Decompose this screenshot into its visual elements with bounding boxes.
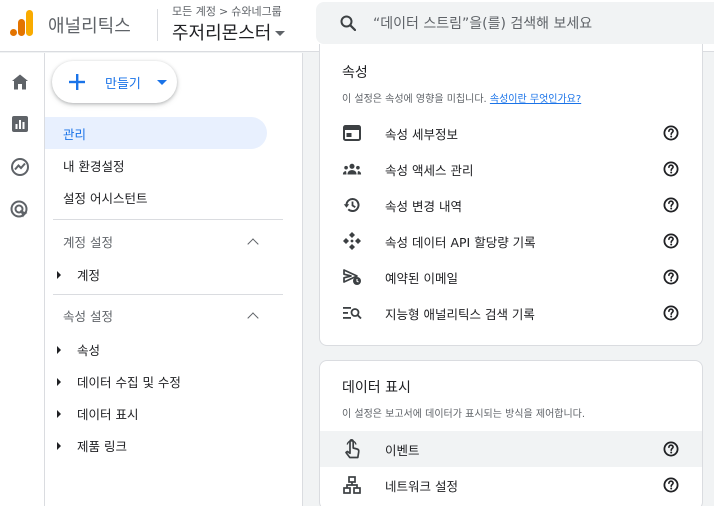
help-icon[interactable] — [663, 477, 679, 493]
breadcrumb[interactable]: 모든 계정 > 슈와네그룹 — [172, 3, 282, 19]
create-button-label: 만들기 — [105, 77, 141, 92]
chevron-up-icon — [247, 237, 259, 250]
help-icon[interactable] — [663, 233, 679, 249]
settings-row-events[interactable]: 이벤트 — [320, 431, 702, 467]
expand-arrow-icon — [57, 345, 61, 354]
expand-arrow-icon — [57, 441, 61, 450]
nav-item-label: 데이터 수집 및 수정 — [77, 375, 181, 390]
admin-nav-panel: 만들기 관리 내 환경설정 설정 어시스턴트 계정 설정 계정 속성 설정 속성… — [45, 53, 303, 506]
nav-item-data-collection[interactable]: 데이터 수집 및 수정 — [57, 372, 181, 391]
scheduled-email-icon — [342, 267, 362, 287]
settings-row-scheduled-emails[interactable]: 예약된 이메일 — [320, 259, 702, 295]
settings-row-access-management[interactable]: 속성 액세스 관리 — [320, 151, 702, 187]
card-description: 이 설정은 보고서에 데이터가 표시되는 방식을 제어합니다. — [342, 409, 586, 420]
caret-down-icon — [275, 30, 286, 36]
card-title: 데이터 표시 — [342, 380, 411, 396]
account-settings-header[interactable]: 계정 설정 — [63, 232, 259, 251]
history-icon — [342, 195, 362, 215]
help-icon[interactable] — [663, 305, 679, 321]
property-settings-title: 속성 설정 — [63, 309, 113, 324]
search-placeholder: “데이터 스트림”을(를) 검색해 보세요 — [373, 16, 593, 32]
settings-row-network[interactable]: 네트워크 설정 — [320, 467, 702, 503]
nav-divider — [53, 219, 283, 220]
breadcrumb-parent[interactable]: 모든 계정 — [172, 3, 216, 19]
nav-item-property[interactable]: 속성 — [57, 340, 100, 359]
nav-divider — [53, 294, 283, 295]
advertising-icon[interactable] — [10, 200, 30, 220]
header-divider — [157, 9, 158, 41]
account-settings-title: 계정 설정 — [63, 235, 113, 250]
nav-item-label: 계정 — [77, 268, 101, 283]
search-icon — [340, 15, 356, 31]
row-label: 예약된 이메일 — [385, 271, 458, 286]
settings-row-property-details[interactable]: 속성 세부정보 — [320, 115, 702, 151]
plus-icon — [69, 74, 85, 90]
nav-item-admin[interactable]: 관리 — [45, 117, 267, 149]
search-history-icon — [342, 303, 362, 323]
explore-icon[interactable] — [10, 157, 30, 177]
row-label: 속성 액세스 관리 — [385, 163, 474, 178]
nav-item-label: 데이터 표시 — [77, 407, 139, 422]
nav-item-product-links[interactable]: 제품 링크 — [57, 436, 127, 455]
row-label: 속성 세부정보 — [385, 127, 458, 142]
chevron-up-icon — [247, 311, 259, 324]
help-icon[interactable] — [663, 161, 679, 177]
nav-item-preferences[interactable]: 내 환경설정 — [45, 149, 124, 181]
property-details-icon — [342, 123, 362, 143]
touch-icon — [342, 439, 362, 459]
settings-row-search-history[interactable]: 지능형 애널리틱스 검색 기록 — [320, 295, 702, 331]
breadcrumb-account[interactable]: 슈와네그룹 — [231, 3, 282, 19]
left-rail — [0, 53, 45, 506]
row-label: 이벤트 — [385, 443, 420, 458]
reports-icon[interactable] — [10, 114, 30, 134]
create-button[interactable]: 만들기 — [52, 61, 177, 103]
home-icon[interactable] — [10, 72, 30, 92]
row-label: 지능형 애널리틱스 검색 기록 — [385, 307, 535, 322]
row-label: 네트워크 설정 — [385, 479, 458, 494]
settings-row-api-quota[interactable]: 속성 데이터 API 할당량 기록 — [320, 223, 702, 259]
expand-arrow-icon — [57, 377, 61, 386]
caret-down-icon — [157, 80, 167, 85]
property-settings-card: 속성 이 설정은 속성에 영향을 미칩니다. 속성이란 무엇인가요? 속성 세부… — [319, 44, 703, 346]
people-icon — [342, 159, 362, 179]
nav-item-data-display[interactable]: 데이터 표시 — [57, 404, 138, 423]
search-bar[interactable]: “데이터 스트림”을(를) 검색해 보세요 — [316, 2, 714, 44]
api-icon — [342, 231, 362, 251]
help-icon[interactable] — [663, 441, 679, 457]
data-display-card: 데이터 표시 이 설정은 보고서에 데이터가 표시되는 방식을 제어합니다. 이… — [319, 360, 703, 506]
property-name: 주저리몬스터 — [172, 23, 272, 44]
nav-item-label: 제품 링크 — [77, 439, 127, 454]
expand-arrow-icon — [57, 409, 61, 418]
help-icon[interactable] — [663, 269, 679, 285]
what-is-property-link[interactable]: 속성이란 무엇인가요? — [490, 94, 581, 105]
property-settings-header[interactable]: 속성 설정 — [63, 306, 259, 325]
breadcrumb-separator: > — [218, 4, 229, 18]
expand-arrow-icon — [57, 270, 61, 279]
property-selector[interactable]: 주저리몬스터 — [172, 19, 286, 45]
card-description: 이 설정은 속성에 영향을 미칩니다. 속성이란 무엇인가요? — [342, 90, 581, 105]
app-name: 애널리틱스 — [48, 16, 131, 37]
nav-item-account[interactable]: 계정 — [57, 265, 100, 284]
row-label: 속성 변경 내역 — [385, 199, 462, 214]
nav-item-setup-assistant[interactable]: 설정 어시스턴트 — [45, 181, 147, 213]
settings-row-change-history[interactable]: 속성 변경 내역 — [320, 187, 702, 223]
nav-item-label: 속성 — [77, 343, 101, 358]
network-icon — [342, 475, 362, 495]
card-description-text: 이 설정은 속성에 영향을 미칩니다. — [342, 94, 487, 105]
help-icon[interactable] — [663, 197, 679, 213]
row-label: 속성 데이터 API 할당량 기록 — [385, 235, 536, 250]
analytics-logo-icon[interactable] — [10, 10, 34, 36]
help-icon[interactable] — [663, 125, 679, 141]
card-title: 속성 — [342, 65, 368, 81]
